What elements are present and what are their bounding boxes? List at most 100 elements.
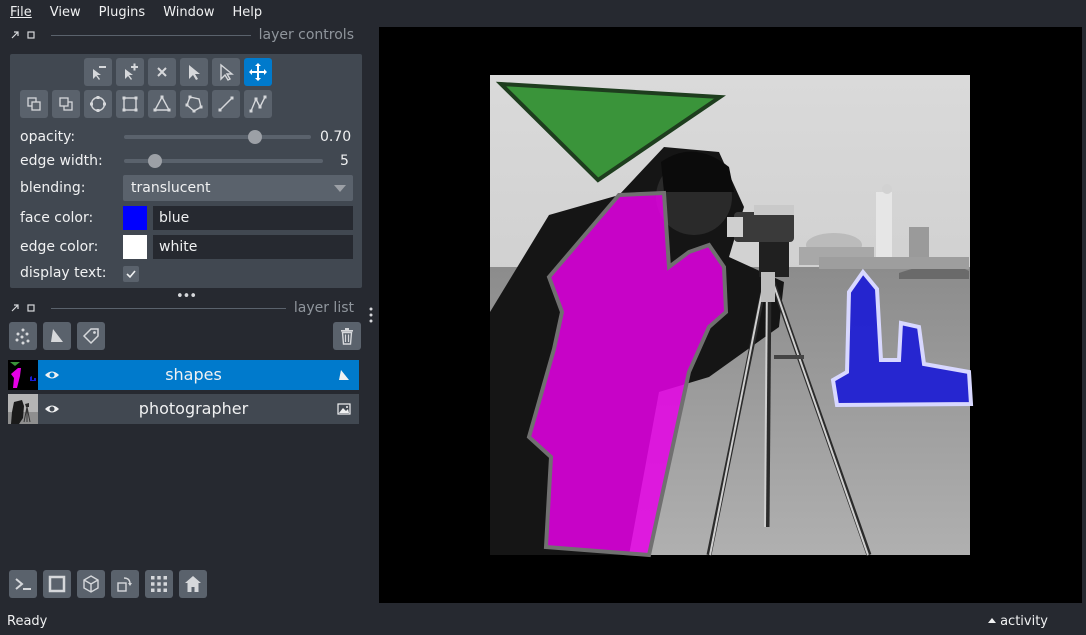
image-layer-type-icon (337, 403, 351, 415)
edge-width-slider[interactable] (124, 154, 323, 168)
add-vertex-icon (125, 63, 138, 80)
new-labels-layer-button[interactable] (77, 322, 105, 350)
opacity-value: 0.70 (320, 129, 352, 145)
layer-controls-panel: opacity: 0.70 edge width: 5 blending: tr… (10, 54, 362, 288)
chevron-up-icon (988, 618, 997, 623)
opacity-slider-handle[interactable] (247, 130, 262, 144)
points-icon (15, 328, 30, 345)
display-text-checkbox[interactable] (123, 266, 139, 282)
terminal-icon (15, 578, 31, 590)
layer-controls-header: layer controls (11, 27, 354, 43)
blending-dropdown[interactable]: translucent (123, 175, 353, 201)
triangle-icon (153, 95, 171, 112)
float-dock-icon[interactable] (27, 31, 35, 39)
grid-view-button[interactable] (145, 570, 173, 598)
ellipse-button[interactable] (84, 90, 112, 118)
layer-name[interactable]: shapes (68, 360, 319, 390)
line-button[interactable] (212, 90, 240, 118)
roll-dims-button[interactable] (77, 570, 105, 598)
menu-view[interactable]: View (40, 5, 89, 20)
checkmark-icon (126, 270, 136, 279)
close-dock-icon[interactable] (11, 304, 19, 312)
edge-color-swatch[interactable] (123, 235, 147, 259)
status-text: Ready (7, 614, 48, 629)
menu-plugins[interactable]: Plugins (89, 5, 154, 20)
delete-layer-button[interactable] (333, 322, 361, 350)
path-button[interactable] (244, 90, 272, 118)
viewer-canvas[interactable] (379, 27, 1082, 603)
shapes-layer-type-icon (339, 370, 349, 380)
rectangle-icon (122, 96, 138, 112)
face-color-value: blue (159, 210, 190, 226)
layer-row-shapes[interactable]: shapes (8, 360, 359, 390)
remove-vertex-button[interactable] (84, 58, 112, 86)
square-2d-icon (48, 575, 66, 593)
move-back-icon (27, 97, 41, 111)
visibility-eye-icon[interactable] (44, 368, 60, 382)
trash-icon (341, 328, 353, 345)
delete-shape-button[interactable] (148, 58, 176, 86)
vertical-dots-icon[interactable] (368, 306, 374, 324)
layer-controls-title: layer controls (258, 27, 354, 43)
move-front-icon (59, 97, 73, 111)
blending-label: blending: (20, 180, 86, 196)
menu-file[interactable]: File (0, 5, 40, 20)
toggle-ndisplay-button[interactable] (43, 570, 71, 598)
visibility-eye-icon[interactable] (44, 402, 60, 416)
display-text-label: display text: (20, 265, 107, 281)
edge-color-value: white (159, 239, 198, 255)
face-color-swatch[interactable] (123, 206, 147, 230)
move-front-button[interactable] (52, 90, 80, 118)
edge-color-label: edge color: (20, 239, 99, 255)
face-color-input[interactable]: blue (153, 206, 353, 230)
edge-width-label: edge width: (20, 153, 103, 169)
header-divider (51, 34, 251, 36)
line-icon (218, 96, 234, 112)
new-shapes-layer-button[interactable] (43, 322, 71, 350)
edge-width-value: 5 (340, 153, 349, 169)
opacity-label: opacity: (20, 129, 76, 145)
header-divider (51, 307, 286, 309)
menu-help[interactable]: Help (222, 5, 270, 20)
shapes-icon (51, 329, 63, 342)
edge-width-slider-handle[interactable] (147, 154, 162, 168)
remove-vertex-icon (93, 66, 106, 80)
layer-thumbnail (8, 394, 38, 424)
polygon-icon (185, 95, 203, 113)
select-icon (189, 65, 200, 80)
opacity-slider[interactable] (124, 130, 311, 144)
direct-select-icon (220, 63, 234, 81)
rectangle-button[interactable] (116, 90, 144, 118)
float-dock-icon[interactable] (27, 304, 35, 312)
reset-view-button[interactable] (179, 570, 207, 598)
layer-name[interactable]: photographer (68, 394, 319, 424)
menu-window[interactable]: Window (153, 5, 222, 20)
edge-color-input[interactable]: white (153, 235, 353, 259)
blending-value: translucent (131, 180, 211, 196)
status-bar: Ready activity (0, 610, 1086, 635)
rotate-icon (117, 577, 132, 592)
direct-select-button[interactable] (212, 58, 240, 86)
activity-label: activity (1000, 614, 1048, 629)
layer-row-photographer[interactable]: photographer (8, 394, 359, 424)
layer-list-title: layer list (293, 300, 354, 316)
ellipse-icon (90, 96, 106, 112)
new-points-layer-button[interactable] (9, 322, 37, 350)
activity-button[interactable]: activity (988, 614, 1048, 629)
labels-icon (82, 328, 99, 345)
polygon-button[interactable] (180, 90, 208, 118)
menu-bar: File View Plugins Window Help (0, 0, 1086, 24)
layer-thumbnail (8, 360, 38, 390)
cube-icon (83, 575, 99, 593)
select-button[interactable] (180, 58, 208, 86)
chevron-down-icon (334, 185, 346, 192)
grid-icon (151, 576, 167, 592)
move-back-button[interactable] (20, 90, 48, 118)
console-button[interactable] (9, 570, 37, 598)
triangle-button[interactable] (148, 90, 176, 118)
pan-zoom-button[interactable] (244, 58, 272, 86)
close-dock-icon[interactable] (11, 31, 19, 39)
pan-zoom-icon (249, 63, 267, 81)
transpose-button[interactable] (111, 570, 139, 598)
add-vertex-button[interactable] (116, 58, 144, 86)
